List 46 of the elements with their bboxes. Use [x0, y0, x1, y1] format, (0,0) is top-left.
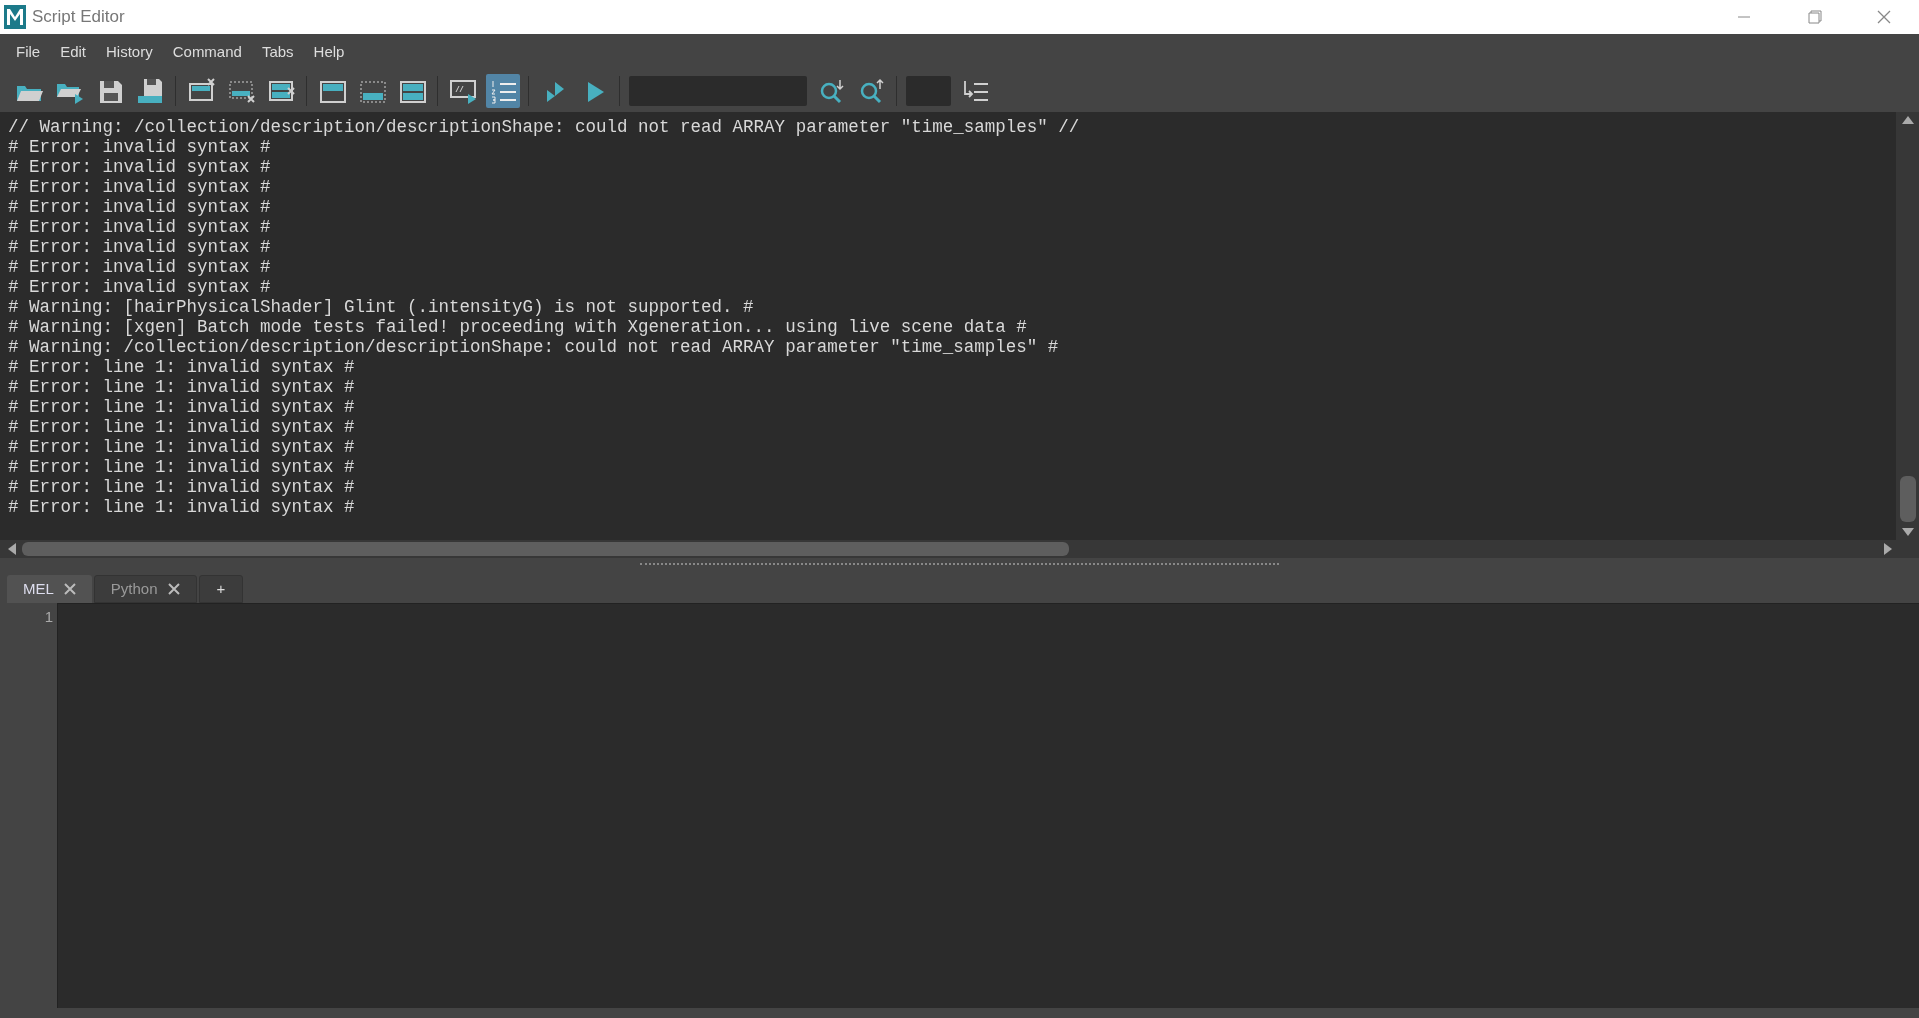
output-line: # Warning: [hairPhysicalShader] Glint (.intensityG) is not supported. # [8, 297, 754, 317]
output-line: # Warning: [xgen] Batch mode tests failed! proceeding with Xgeneration... using live scene data # [8, 317, 1027, 337]
vertical-scrollbar[interactable] [1896, 112, 1919, 540]
editor-tab[interactable]: MEL [7, 575, 92, 603]
output-line: # Error: line 1: invalid syntax # [8, 437, 355, 457]
menu-item[interactable]: Help [303, 40, 355, 64]
output-line: # Error: line 1: invalid syntax # [8, 497, 355, 517]
scroll-up-icon[interactable] [1901, 116, 1914, 124]
output-line: # Error: invalid syntax # [8, 257, 271, 277]
output-line: # Error: invalid syntax # [8, 277, 271, 297]
menu-item[interactable]: Edit [50, 40, 97, 64]
menu-item[interactable]: Command [162, 40, 252, 64]
menu-item[interactable]: History [96, 40, 163, 64]
output-line: # Error: line 1: invalid syntax # [8, 457, 355, 477]
horizontal-scrollbar-thumb[interactable] [22, 542, 1069, 556]
toolbar-button[interactable] [486, 74, 520, 108]
output-line: # Error: invalid syntax # [8, 177, 271, 197]
output-line: # Error: line 1: invalid syntax # [8, 417, 355, 437]
line-number: 1 [43, 607, 53, 627]
search-field[interactable] [629, 76, 807, 106]
close-icon[interactable] [167, 583, 180, 595]
script-input-field[interactable] [57, 603, 1919, 1008]
output-line: # Error: invalid syntax # [8, 237, 271, 257]
output-line: # Error: invalid syntax # [8, 197, 271, 217]
floppy-disk-icon [135, 76, 165, 106]
output-line: # Error: line 1: invalid syntax # [8, 377, 355, 397]
menu-item[interactable]: Tabs [251, 40, 304, 64]
window-title: Script Editor [32, 6, 125, 29]
line-number-field[interactable] [906, 76, 951, 106]
output-line: // Warning: /collection/description/descriptionShape: could not read ARRAY parameter "time_samples" // [8, 117, 1080, 137]
editor-tab[interactable]: Python [93, 575, 197, 603]
output-line: # Error: invalid syntax # [8, 157, 271, 177]
scroll-right-icon[interactable] [1884, 543, 1892, 555]
menu-item[interactable]: File [6, 40, 51, 64]
output-line: # Warning: /collection/description/descriptionShape: could not read ARRAY parameter "time_samples" # [8, 337, 1059, 357]
output-line: # Error: line 1: invalid syntax # [8, 397, 355, 417]
app-logo-icon [4, 5, 26, 29]
output-line: # Error: line 1: invalid syntax # [8, 357, 355, 377]
scrollbar-thumb[interactable] [1899, 476, 1916, 522]
add-tab-button[interactable]: + [198, 575, 244, 603]
output-line: # Error: line 1: invalid syntax # [8, 477, 355, 497]
scroll-left-icon[interactable] [8, 543, 16, 555]
scroll-down-icon[interactable] [1901, 528, 1914, 536]
close-icon[interactable] [63, 583, 76, 595]
output-line: # Error: invalid syntax # [8, 137, 271, 157]
output-line: # Error: invalid syntax # [8, 217, 271, 237]
